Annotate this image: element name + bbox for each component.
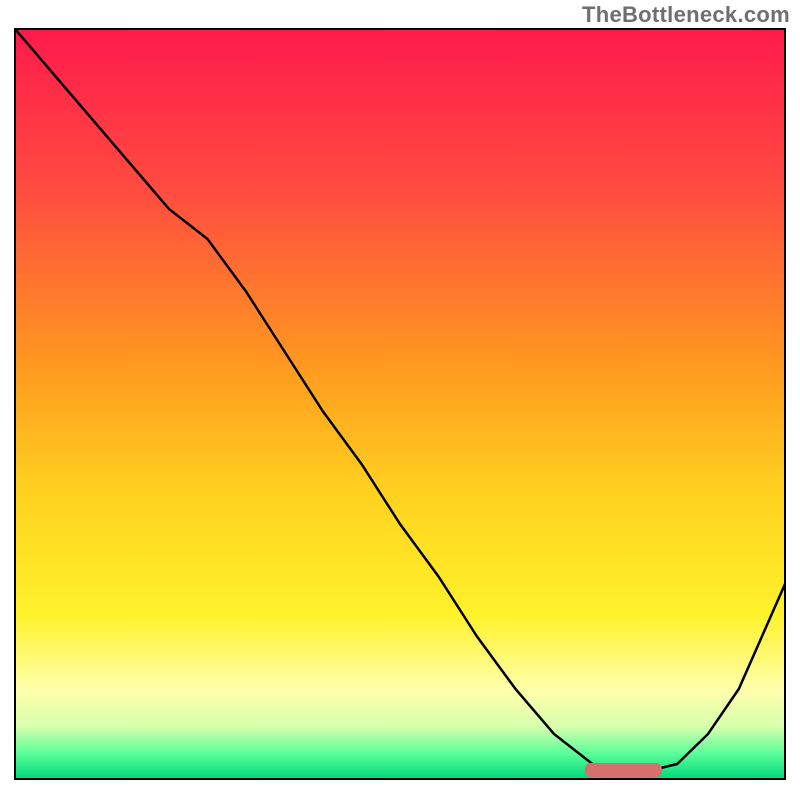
watermark-text: TheBottleneck.com xyxy=(582,2,790,28)
bottleneck-chart xyxy=(14,28,786,780)
gradient-background xyxy=(15,29,785,779)
chart-container: { "watermark": "TheBottleneck.com", "col… xyxy=(0,0,800,800)
optimal-range-marker xyxy=(585,763,662,777)
